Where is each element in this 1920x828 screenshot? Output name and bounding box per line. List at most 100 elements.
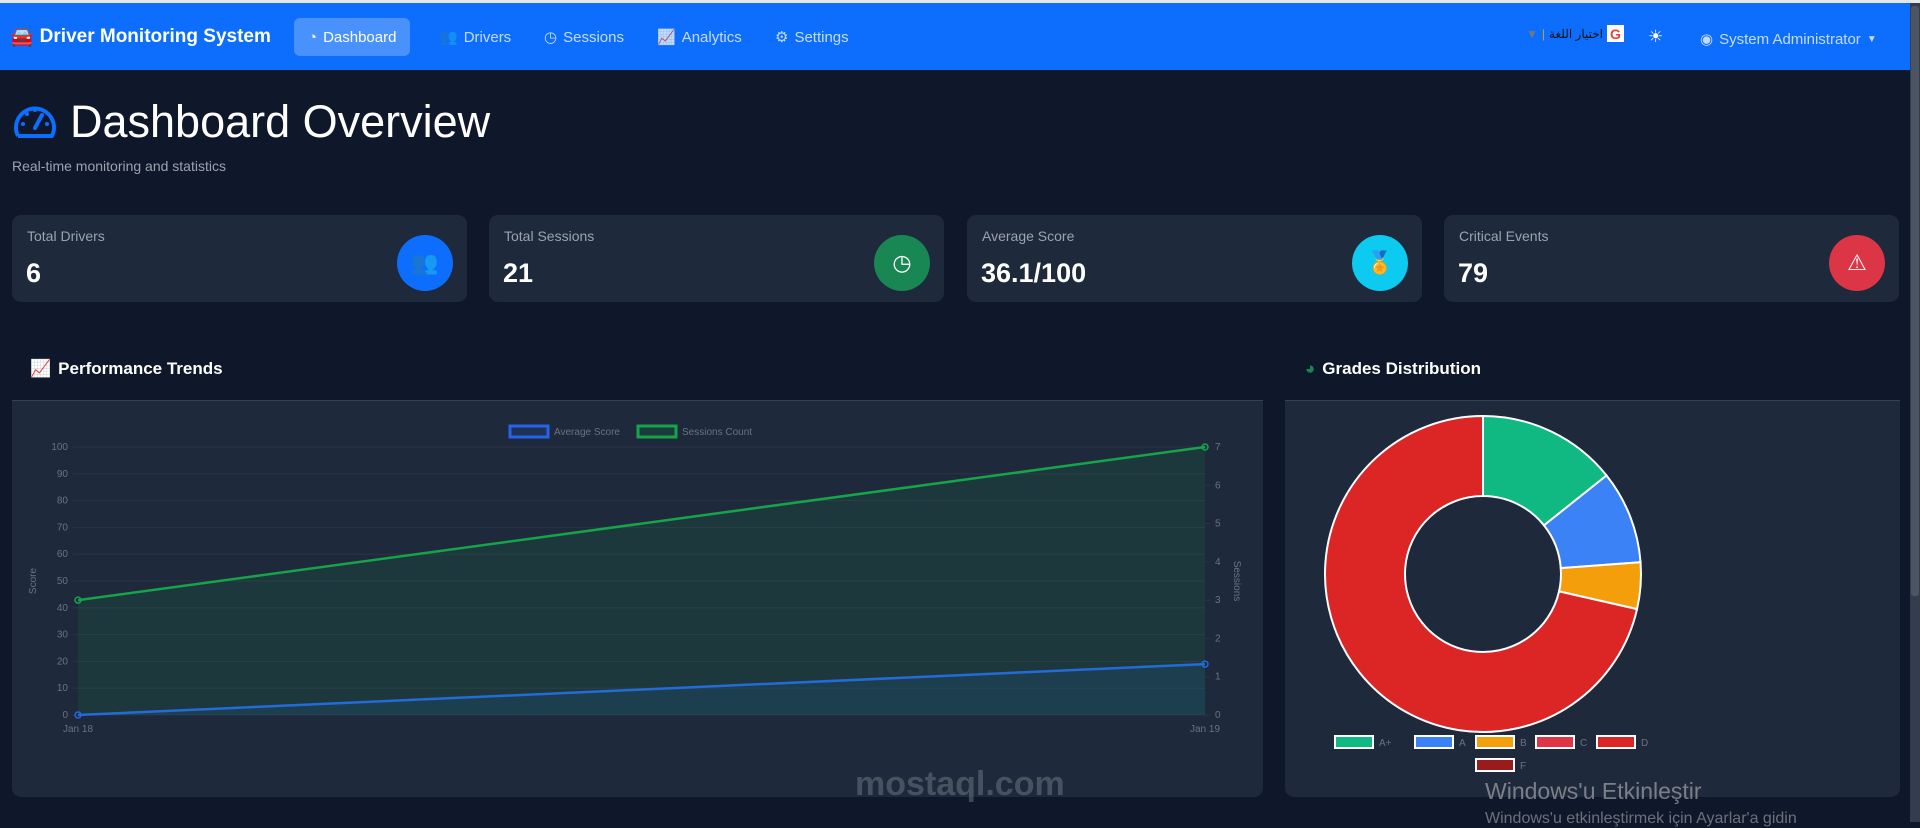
pie-chart-icon: ◕	[1305, 359, 1316, 378]
chart-line-icon: 📈	[30, 359, 52, 378]
nav-sessions[interactable]: ◷ Sessions	[530, 18, 638, 56]
caret-down-icon: ▼	[1866, 33, 1877, 45]
legend-swatch	[1475, 758, 1515, 772]
y-tick-label: 40	[57, 603, 69, 614]
stat-label: Total Drivers	[27, 228, 105, 244]
y2-tick-label: 5	[1215, 519, 1221, 530]
legend-swatch	[636, 424, 678, 439]
page-subtitle: Real-time monitoring and statistics	[12, 158, 226, 174]
divider: |	[1541, 26, 1546, 41]
x-tick-label: Jan 18	[63, 724, 93, 735]
google-icon: G	[1606, 25, 1624, 42]
speedometer-icon: ◔	[308, 28, 318, 46]
y-tick-label: 50	[57, 576, 69, 587]
nav-label: Analytics	[681, 28, 742, 46]
y-tick-label: 100	[51, 442, 68, 453]
stat-card-critical-events: Critical Events 79 ⚠	[1444, 215, 1899, 302]
legend-swatch	[1475, 735, 1515, 749]
legend-swatch	[508, 424, 550, 439]
stat-value: 6	[26, 258, 42, 288]
y2-tick-label: 3	[1215, 595, 1221, 606]
page-title: Dashboard Overview	[12, 96, 490, 148]
speedometer-icon	[14, 106, 56, 138]
legend-label: B	[1520, 738, 1527, 749]
nav-label: Sessions	[563, 28, 624, 46]
user-name: System Administrator	[1719, 30, 1861, 48]
stat-value: 21	[503, 258, 534, 288]
y-tick-label: 30	[57, 630, 69, 641]
gear-icon: ⚙	[775, 29, 789, 46]
nav-drivers[interactable]: 👥 Drivers	[425, 18, 525, 56]
stat-card-total-drivers: Total Drivers 6 👥	[12, 215, 467, 302]
y-tick-label: 60	[57, 549, 69, 560]
section-title-text: Grades Distribution	[1322, 359, 1481, 378]
y-tick-label: 70	[57, 522, 69, 533]
language-label: اختيار اللغة	[1549, 26, 1603, 41]
legend-label: C	[1580, 738, 1587, 749]
x-tick-label: Jan 19	[1190, 724, 1220, 735]
y2-tick-label: 7	[1215, 442, 1221, 453]
chart-line-icon: 📈	[657, 29, 676, 46]
stat-label: Critical Events	[1459, 228, 1549, 244]
y-tick-label: 90	[57, 469, 69, 480]
legend-swatch	[1596, 735, 1636, 749]
nav-label: Settings	[794, 28, 849, 46]
dropdown-arrow-icon: ▼	[1526, 26, 1538, 41]
trends-chart-panel: 0 10 20 30 40 50 60 70 80 90 100 0 1 2 3 4 5 6 7 Jan 18 Jan …	[12, 400, 1263, 797]
section-title-text: Performance Trends	[58, 359, 223, 378]
legend-label: D	[1641, 738, 1648, 749]
scrollbar[interactable]	[1910, 3, 1920, 822]
award-icon: 🏅	[1352, 235, 1408, 291]
nav-analytics[interactable]: 📈 Analytics	[643, 18, 756, 56]
scrollbar-thumb[interactable]	[1911, 6, 1919, 596]
language-selector[interactable]: ▼ | اختيار اللغة G	[1526, 25, 1624, 42]
windows-activation-subtitle: Windows'u etkinleştirmek için Ayarlar'a …	[1485, 810, 1797, 827]
brand[interactable]: 🚘 Driver Monitoring System	[10, 25, 271, 49]
nav-label: Dashboard	[323, 28, 397, 46]
nav-settings[interactable]: ⚙ Settings	[761, 18, 863, 56]
y2-axis-label: Sessions	[1231, 561, 1242, 602]
legend-swatch	[1414, 735, 1454, 749]
trends-chart: 0 10 20 30 40 50 60 70 80 90 100 0 1 2 3 4 5 6 7 Jan 18 Jan …	[28, 424, 1242, 735]
brand-label: Driver Monitoring System	[39, 26, 271, 47]
grades-chart: A+ A B C D F	[1324, 414, 1648, 772]
legend-label: Average Score	[554, 427, 620, 438]
legend-swatch	[1334, 735, 1374, 749]
legend-label: A+	[1379, 738, 1392, 749]
stat-value: 36.1/100	[981, 258, 1087, 288]
user-circle-icon: ◉	[1700, 31, 1714, 48]
y-tick-label: 80	[57, 496, 69, 507]
navbar: 🚘 Driver Monitoring System ◔ Dashboard 👥 Dr…	[0, 3, 1910, 70]
users-icon: 👥	[397, 235, 453, 291]
y-tick-label: 20	[57, 656, 69, 667]
y2-tick-label: 2	[1215, 633, 1221, 644]
series-area-1	[78, 447, 1205, 715]
car-icon: 🚘	[10, 27, 34, 48]
nav-label: Drivers	[463, 28, 512, 46]
y-tick-label: 10	[57, 683, 69, 694]
mostaql-watermark: mostaql.com	[855, 765, 1065, 803]
y2-tick-label: 6	[1215, 480, 1221, 491]
users-icon: 👥	[439, 29, 458, 46]
windows-activation-title: Windows'u Etkinleştir	[1485, 778, 1702, 804]
clock-icon: ◷	[544, 29, 558, 46]
y2-tick-label: 0	[1215, 710, 1221, 721]
section-title-grades: ◕ Grades Distribution	[1305, 359, 1481, 379]
section-title-trends: 📈 Performance Trends	[30, 359, 223, 379]
legend-label: A	[1459, 738, 1466, 749]
clock-icon: ◷	[874, 235, 930, 291]
theme-toggle-sun-icon[interactable]: ☀	[1648, 27, 1663, 47]
stat-label: Average Score	[982, 228, 1075, 244]
stat-card-total-sessions: Total Sessions 21 ◷	[489, 215, 944, 302]
user-menu[interactable]: ◉ System Administrator ▼	[1700, 30, 1877, 49]
stat-label: Total Sessions	[504, 228, 595, 244]
page-title-text: Dashboard Overview	[70, 96, 491, 147]
stat-value: 79	[1458, 258, 1489, 288]
legend-label: F	[1520, 761, 1526, 772]
warning-icon: ⚠	[1829, 235, 1885, 291]
grades-chart-panel: A+ A B C D F	[1285, 400, 1900, 797]
nav-dashboard[interactable]: ◔ Dashboard	[294, 18, 411, 56]
y2-tick-label: 4	[1215, 557, 1221, 568]
stat-card-average-score: Average Score 36.1/100 🏅	[967, 215, 1422, 302]
legend-swatch	[1535, 735, 1575, 749]
